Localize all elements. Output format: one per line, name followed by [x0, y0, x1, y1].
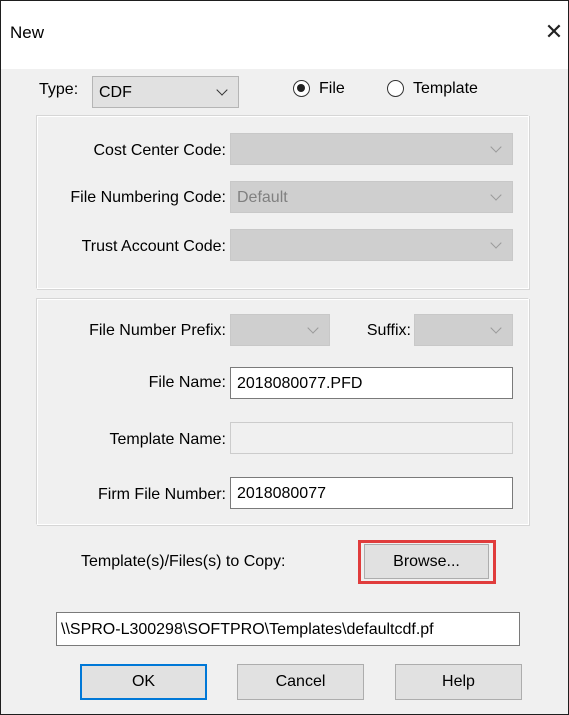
file-number-prefix-select[interactable]	[230, 314, 330, 346]
chevron-down-icon	[216, 84, 228, 96]
template-name-input[interactable]	[230, 422, 513, 454]
title-bar: New ✕	[1, 1, 568, 69]
cancel-button[interactable]: Cancel	[237, 664, 364, 700]
dialog-title: New	[10, 23, 45, 42]
template-name-label: Template Name:	[109, 431, 227, 448]
copy-path-value: \\SPRO-L300298\SOFTPRO\Templates\default…	[61, 621, 434, 638]
file-numbering-label: File Numbering Code:	[70, 189, 226, 206]
chevron-down-icon	[490, 237, 502, 249]
chevron-down-icon	[307, 322, 319, 334]
file-number-prefix-label: File Number Prefix:	[89, 322, 226, 339]
close-icon[interactable]: ✕	[541, 19, 567, 45]
firm-file-number-label: Firm File Number:	[97, 486, 226, 503]
type-select-value: CDF	[99, 84, 132, 101]
firm-file-number-value: 2018080077	[237, 485, 326, 502]
file-name-label: File Name:	[148, 374, 226, 391]
help-button[interactable]: Help	[395, 664, 522, 700]
cost-center-label: Cost Center Code:	[93, 142, 226, 159]
chevron-down-icon	[490, 189, 502, 201]
file-numbering-value: Default	[237, 189, 288, 206]
template-files-to-copy-label: Template(s)/Files(s) to Copy:	[81, 553, 286, 570]
copy-path-input[interactable]: \\SPRO-L300298\SOFTPRO\Templates\default…	[56, 612, 520, 646]
template-radio-label[interactable]: Template	[413, 79, 478, 99]
trust-account-select[interactable]	[230, 229, 513, 261]
chevron-down-icon	[490, 322, 502, 334]
template-radio-icon[interactable]	[387, 80, 404, 97]
cost-center-select[interactable]	[230, 133, 513, 165]
file-numbering-select[interactable]: Default	[230, 181, 513, 213]
file-radio-icon[interactable]	[293, 80, 310, 97]
firm-file-number-input[interactable]: 2018080077	[230, 477, 513, 509]
file-radio-label[interactable]: File	[319, 79, 345, 99]
new-dialog: New ✕ Type: CDF File Template Cost Cente…	[0, 0, 569, 715]
suffix-label: Suffix:	[366, 322, 411, 339]
file-name-value: 2018080077.PFD	[237, 375, 363, 392]
trust-account-label: Trust Account Code:	[81, 238, 226, 255]
type-label: Type:	[39, 81, 79, 98]
file-name-input[interactable]: 2018080077.PFD	[230, 367, 513, 399]
ok-button[interactable]: OK	[80, 664, 207, 700]
type-select[interactable]: CDF	[92, 76, 239, 108]
browse-button[interactable]: Browse...	[364, 544, 489, 579]
suffix-select[interactable]	[414, 314, 513, 346]
chevron-down-icon	[490, 141, 502, 153]
